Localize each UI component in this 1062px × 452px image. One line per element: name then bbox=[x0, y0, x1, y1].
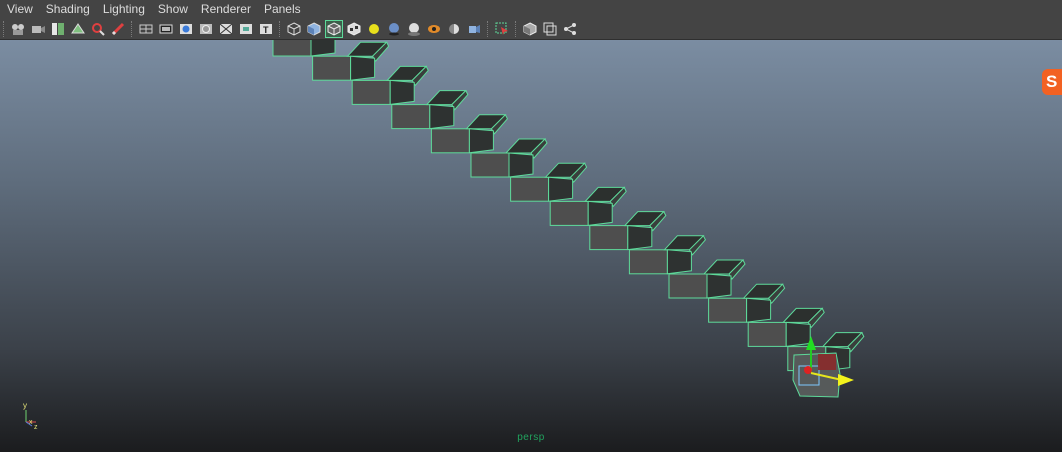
gate-mask-icon[interactable] bbox=[198, 21, 214, 37]
3d-viewport[interactable]: S y x z persp bbox=[0, 40, 1062, 452]
axis-y-label: y bbox=[23, 401, 27, 410]
toolbar-separator bbox=[487, 20, 490, 37]
step-side bbox=[389, 79, 415, 105]
step-side bbox=[350, 55, 376, 81]
svg-text:T: T bbox=[263, 25, 269, 35]
menu-lighting[interactable]: Lighting bbox=[96, 0, 151, 18]
panel-toolbar: T bbox=[0, 18, 1062, 40]
film-gate-icon[interactable] bbox=[158, 21, 174, 37]
step-side bbox=[508, 152, 534, 178]
step-side bbox=[429, 104, 455, 130]
field-chart-icon[interactable] bbox=[218, 21, 234, 37]
menu-shading[interactable]: Shading bbox=[39, 0, 96, 18]
camera-attributes-icon[interactable] bbox=[30, 21, 46, 37]
isolate-select-icon[interactable] bbox=[494, 21, 510, 37]
model-panel: View Shading Lighting Show Renderer Pane… bbox=[0, 0, 1062, 452]
scene-canvas[interactable] bbox=[0, 40, 1062, 452]
motion-blur-icon[interactable] bbox=[426, 21, 442, 37]
step-side bbox=[746, 297, 772, 323]
stair-step bbox=[272, 40, 336, 57]
move-z-plane-handle bbox=[818, 354, 836, 370]
step-front-face bbox=[312, 55, 352, 81]
toolbar-separator bbox=[515, 20, 518, 37]
step-side bbox=[548, 176, 574, 202]
step-front-face bbox=[628, 249, 668, 275]
safe-title-icon[interactable]: T bbox=[258, 21, 274, 37]
multisample-aa-icon[interactable] bbox=[446, 21, 462, 37]
wireframe-icon[interactable] bbox=[286, 21, 302, 37]
image-plane-icon[interactable] bbox=[70, 21, 86, 37]
xray-joints-icon[interactable] bbox=[542, 21, 558, 37]
step-side bbox=[627, 225, 653, 251]
step-side bbox=[666, 249, 692, 275]
input-method-badge[interactable]: S bbox=[1042, 69, 1062, 95]
step-front-face bbox=[549, 200, 589, 226]
step-front-face bbox=[668, 273, 708, 299]
step-front-face bbox=[272, 40, 312, 57]
select-camera-icon[interactable] bbox=[10, 21, 26, 37]
step-side bbox=[468, 128, 494, 154]
screen-space-ao-icon[interactable] bbox=[406, 21, 422, 37]
wireframe-on-shaded-icon[interactable] bbox=[325, 19, 343, 38]
menu-view[interactable]: View bbox=[0, 0, 39, 18]
menu-renderer[interactable]: Renderer bbox=[194, 0, 257, 18]
view-axis-indicator: y x z bbox=[23, 401, 38, 430]
step-front-face bbox=[430, 128, 470, 154]
shadows-icon[interactable] bbox=[386, 21, 402, 37]
xray-active-components-icon[interactable] bbox=[562, 21, 578, 37]
grid-icon[interactable] bbox=[138, 21, 154, 37]
step-side bbox=[785, 321, 811, 347]
resolution-gate-icon[interactable] bbox=[178, 21, 194, 37]
step-front-face bbox=[589, 225, 629, 251]
step-front-face bbox=[470, 152, 510, 178]
toolbar-separator bbox=[279, 20, 282, 37]
move-x-arrow bbox=[838, 374, 854, 386]
step-side bbox=[706, 273, 732, 299]
step-front-face bbox=[391, 104, 431, 130]
menu-show[interactable]: Show bbox=[151, 0, 194, 18]
step-front-face bbox=[510, 176, 550, 202]
step-front-face bbox=[747, 321, 787, 347]
depth-of-field-icon[interactable] bbox=[466, 21, 482, 37]
camera-name-label: persp bbox=[517, 432, 545, 443]
step-side bbox=[310, 40, 336, 57]
textured-icon[interactable] bbox=[346, 21, 362, 37]
xray-icon[interactable] bbox=[522, 21, 538, 37]
grease-pencil-icon[interactable] bbox=[110, 21, 126, 37]
bookmarks-icon[interactable] bbox=[50, 21, 66, 37]
panel-menu-bar: View Shading Lighting Show Renderer Pane… bbox=[0, 0, 1062, 18]
toolbar-separator bbox=[3, 20, 6, 37]
axis-z-label: z bbox=[34, 424, 38, 430]
smooth-shade-icon[interactable] bbox=[306, 21, 322, 37]
step-side bbox=[587, 200, 613, 226]
move-center-handle bbox=[804, 366, 812, 374]
toolbar-separator bbox=[131, 20, 134, 37]
axis-x-label: x bbox=[29, 419, 33, 426]
safe-action-icon[interactable] bbox=[238, 21, 254, 37]
2d-pan-zoom-icon[interactable] bbox=[90, 21, 106, 37]
step-front-face bbox=[708, 297, 748, 323]
use-all-lights-icon[interactable] bbox=[366, 21, 382, 37]
step-front-face bbox=[351, 79, 391, 105]
menu-panels[interactable]: Panels bbox=[257, 0, 307, 18]
